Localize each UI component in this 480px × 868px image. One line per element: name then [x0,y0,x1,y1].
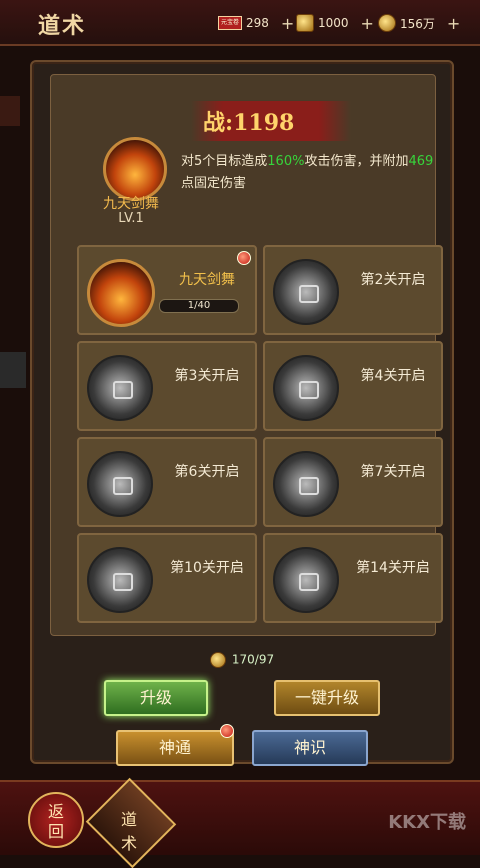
gold-value: 1000 [318,16,349,30]
ticket-value: 298 [246,16,269,30]
skill-card-label: 第10关开启 [170,560,244,576]
skill-progress: 1/40 [159,299,239,313]
locked-skill-icon [273,259,339,325]
skill-card-label: 第14关开启 [356,560,430,576]
lock-icon [299,477,319,495]
lock-icon [113,573,133,591]
lock-icon [299,573,319,591]
upgrade-button[interactable]: 升级 [104,680,208,716]
ticket-resource: 元宝卷 298 + [218,14,294,33]
selected-skill-name: 九天剑舞 [103,196,159,212]
skill-card-7[interactable]: 第10关开启 [77,533,257,623]
ticket-icon: 元宝卷 [218,16,242,30]
skill-card-label: 第7关开启 [360,464,426,480]
notification-dot [237,251,251,265]
selected-skill-level: LV.1 [118,211,144,226]
notification-dot [220,724,234,738]
locked-skill-icon [273,355,339,421]
skill-description: 对5个目标造成160%攻击伤害，并附加469 点固定伤害 [181,154,434,191]
skill-card-6[interactable]: 第7关开启 [263,437,443,527]
coin-resource: 156万 + [378,14,460,33]
coin-value: 156万 [400,16,435,31]
daoshu-tab-label: 道 术 [120,810,137,853]
shenshi-tab-button[interactable]: 神识 [252,730,368,766]
upgrade-cost: 170/97 [192,652,292,668]
skill-card-label: 第6关开启 [174,464,240,480]
top-bar: 道术 元宝卷 298 + 1000 + 156万 + [0,0,480,46]
locked-skill-icon [87,451,153,517]
gold-ingot-icon [296,14,314,32]
selected-skill-icon [103,137,167,201]
skill-card-5[interactable]: 第6关开启 [77,437,257,527]
skill-card-label: 第2关开启 [360,272,426,288]
skill-card-4[interactable]: 第4关开启 [263,341,443,431]
back-button[interactable]: 返 回 [28,792,84,848]
lock-icon [113,477,133,495]
side-arrow [0,352,26,388]
side-decor-top [0,96,20,126]
skill-icon-sword-dance [87,259,155,327]
add-coin-button[interactable]: + [447,14,460,33]
skill-card-label: 第4关开启 [360,368,426,384]
locked-skill-icon [87,547,153,613]
lock-icon [299,381,319,399]
skill-card-8[interactable]: 第14关开启 [263,533,443,623]
page-title: 道术 [38,14,87,39]
skill-grid: 九天剑舞 1/40 第2关开启 第3关开启 第4关开启 第6关开启 第7关开启 … [77,245,449,625]
add-gold-button[interactable]: + [361,14,374,33]
skill-card-label: 第3关开启 [174,368,240,384]
locked-skill-icon [273,547,339,613]
locked-skill-icon [87,355,153,421]
gold-resource: 1000 + [296,14,374,33]
power-score: 战:1198 [203,110,295,136]
coin-icon [378,14,396,32]
skill-card-2[interactable]: 第2关开启 [263,245,443,335]
skill-card-3[interactable]: 第3关开启 [77,341,257,431]
skill-panel-inner: 战:1198 九天剑舞 LV.1 对5个目标造成160%攻击伤害，并附加469 … [50,74,443,636]
skill-card-1[interactable]: 九天剑舞 1/40 [77,245,257,335]
coin-icon [209,652,226,668]
shentong-tab-button[interactable]: 神通 [116,730,234,766]
lock-icon [299,285,319,303]
one-click-upgrade-button[interactable]: 一键升级 [274,680,380,716]
add-ticket-button[interactable]: + [281,14,294,33]
locked-skill-icon [273,451,339,517]
watermark: KKX下载 [388,812,466,833]
lock-icon [113,381,133,399]
skill-panel: 战:1198 九天剑舞 LV.1 对5个目标造成160%攻击伤害，并附加469 … [30,60,454,766]
skill-card-label: 九天剑舞 [179,272,235,288]
